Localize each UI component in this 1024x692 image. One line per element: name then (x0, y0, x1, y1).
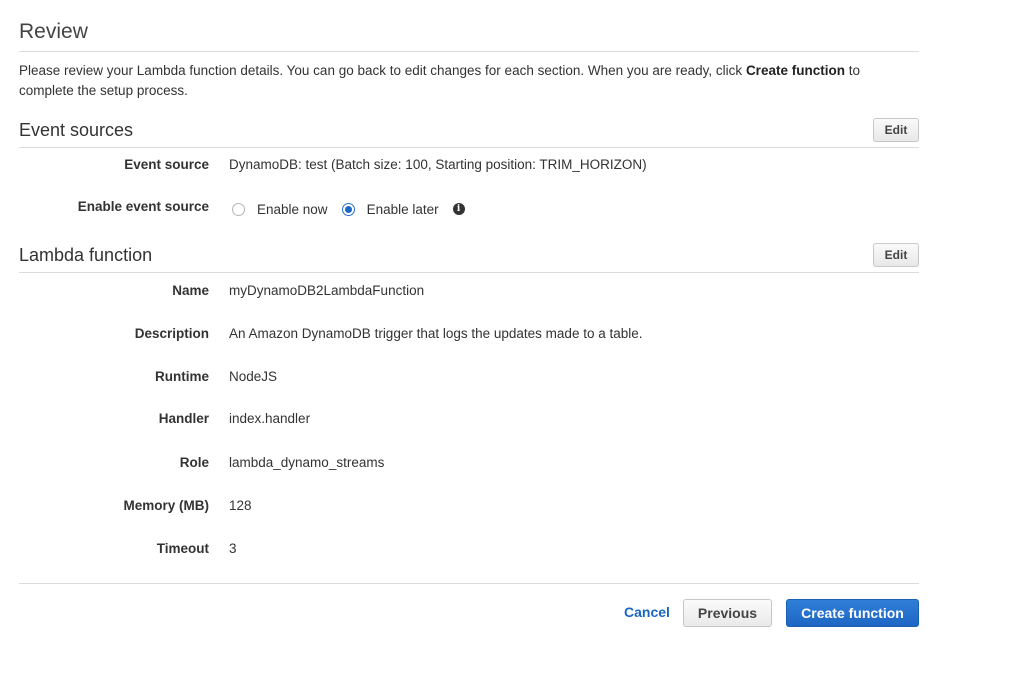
memory-value: 128 (229, 498, 252, 513)
enable-now-radio[interactable] (232, 202, 245, 216)
enable-event-source-row: Enable event source Enable now Enable la… (19, 199, 919, 219)
cancel-link[interactable]: Cancel (624, 604, 670, 620)
lambda-function-divider (19, 272, 919, 273)
event-source-label: Event source (124, 157, 209, 172)
field-row-name: Name myDynamoDB2LambdaFunction (19, 283, 919, 303)
field-row-runtime: Runtime NodeJS (19, 369, 919, 389)
enable-now-label[interactable]: Enable now (257, 202, 328, 217)
page-title: Review (19, 20, 88, 43)
memory-label: Memory (MB) (123, 498, 209, 513)
field-row-memory: Memory (MB) 128 (19, 498, 919, 518)
intro-text-bold: Create function (745, 63, 845, 78)
role-value: lambda_dynamo_streams (229, 455, 385, 470)
info-icon[interactable]: i (452, 203, 465, 215)
enable-later-radio[interactable] (341, 202, 355, 216)
intro-text-start: Please review your Lambda function detai… (19, 63, 746, 78)
lambda-function-edit-button[interactable]: Edit (873, 243, 919, 267)
field-row-role: Role lambda_dynamo_streams (19, 455, 919, 475)
event-sources-edit-button[interactable]: Edit (873, 118, 919, 142)
field-row-description: Description An Amazon DynamoDB trigger t… (19, 326, 919, 346)
timeout-value: 3 (229, 541, 237, 556)
field-row-timeout: Timeout 3 (19, 541, 919, 561)
previous-button[interactable]: Previous (683, 599, 772, 627)
name-label: Name (172, 283, 209, 298)
enable-event-source-label: Enable event source (77, 199, 209, 214)
intro-text: Please review your Lambda function detai… (19, 61, 909, 101)
description-value: An Amazon DynamoDB trigger that logs the… (229, 326, 643, 341)
enable-later-label[interactable]: Enable later (367, 202, 439, 217)
event-source-value: DynamoDB: test (Batch size: 100, Startin… (229, 157, 647, 172)
handler-label: Handler (158, 411, 209, 426)
timeout-label: Timeout (156, 541, 209, 556)
lambda-function-title: Lambda function (19, 245, 153, 265)
footer-divider (19, 583, 919, 584)
name-value: myDynamoDB2LambdaFunction (229, 283, 425, 298)
field-row-handler: Handler index.handler (19, 411, 919, 431)
title-divider (19, 51, 919, 52)
handler-value: index.handler (229, 411, 311, 426)
role-label: Role (179, 455, 209, 470)
event-sources-divider (19, 147, 919, 148)
event-sources-title: Event sources (19, 120, 134, 140)
runtime-value: NodeJS (229, 369, 278, 384)
create-function-button[interactable]: Create function (786, 599, 919, 627)
description-label: Description (134, 326, 209, 341)
enable-event-source-radio-group: Enable now Enable later i (232, 199, 465, 219)
runtime-label: Runtime (155, 369, 209, 384)
event-source-row: Event source DynamoDB: test (Batch size:… (19, 157, 919, 177)
